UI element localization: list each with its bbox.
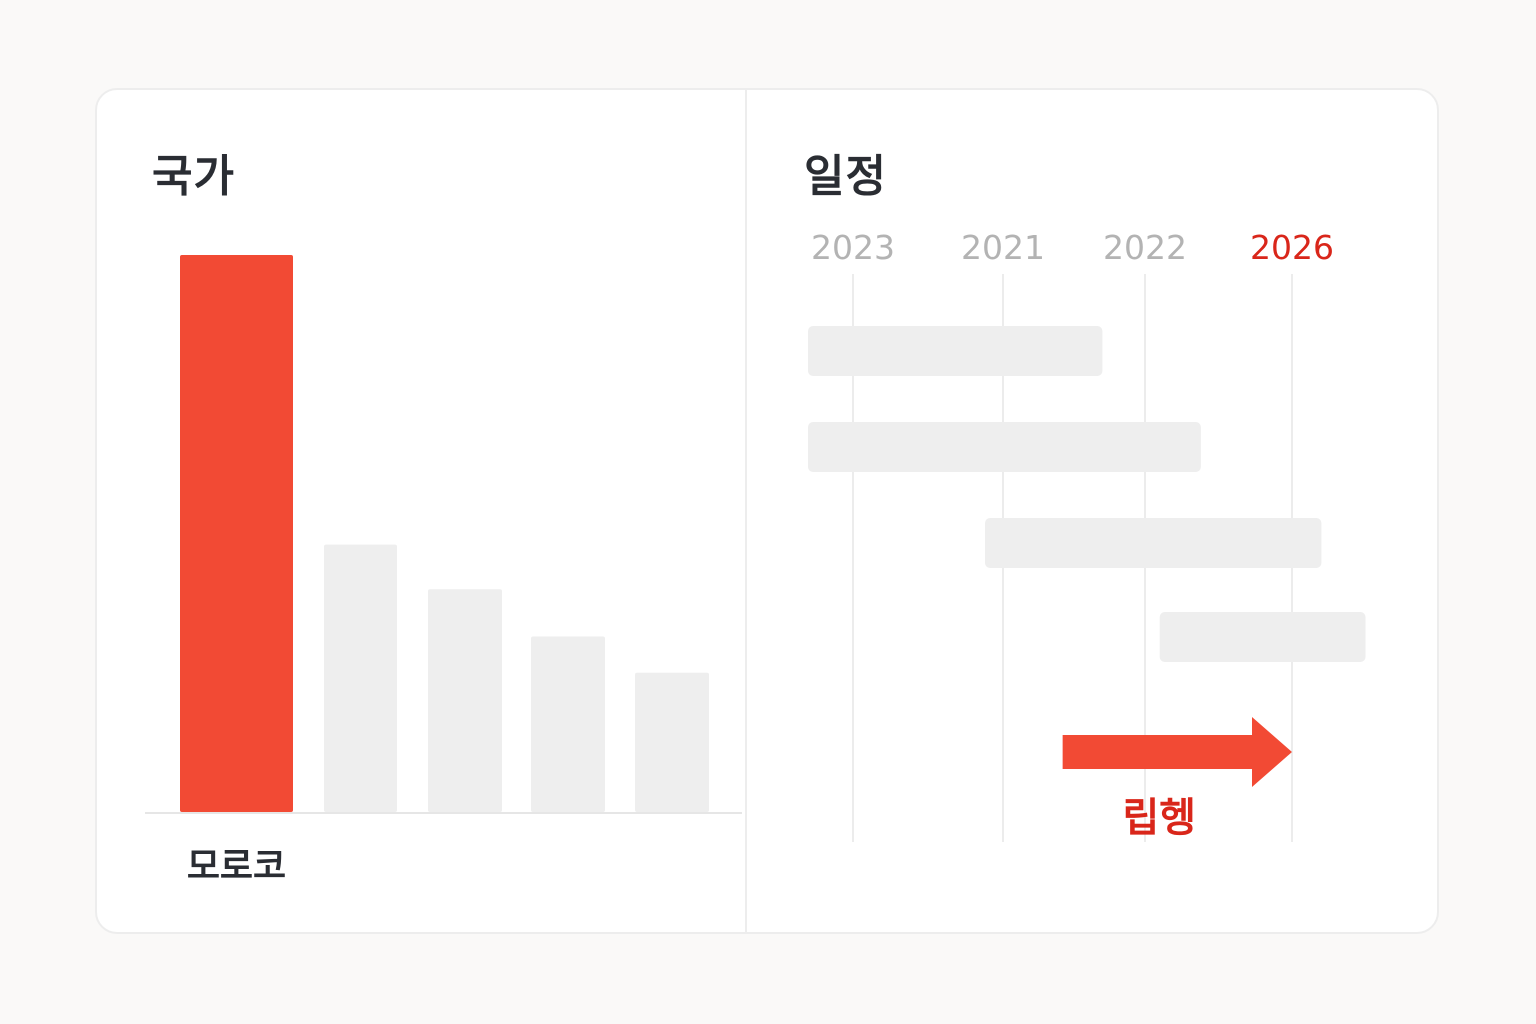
timeline-bar-4 bbox=[1159, 612, 1366, 662]
schedule-timeline-chart: 2023 2021 2022 2026 립헹 bbox=[808, 228, 1366, 842]
timeline-bar-3 bbox=[985, 518, 1322, 568]
bar-4 bbox=[531, 636, 605, 812]
bar-category-label: 모로코 bbox=[187, 846, 286, 887]
year-tick-label: 2023 bbox=[811, 228, 895, 267]
charts-canvas: 모로코 2023 2021 2022 2026 립헹 bbox=[145, 228, 1366, 887]
year-tick-label: 2021 bbox=[961, 228, 1045, 267]
bar-1 bbox=[180, 255, 293, 812]
bar-5 bbox=[635, 672, 709, 812]
bar-3 bbox=[428, 589, 502, 812]
country-bar-chart: 모로코 bbox=[145, 255, 742, 887]
year-tick-label: 2026 bbox=[1250, 228, 1334, 267]
timeline-arrow bbox=[1062, 717, 1292, 787]
arrow-label: 립헹 bbox=[1123, 795, 1197, 841]
year-tick-label: 2022 bbox=[1103, 228, 1187, 267]
timeline-bar-1 bbox=[808, 326, 1103, 376]
timeline-bar-2 bbox=[808, 422, 1201, 472]
bar-2 bbox=[324, 544, 397, 812]
